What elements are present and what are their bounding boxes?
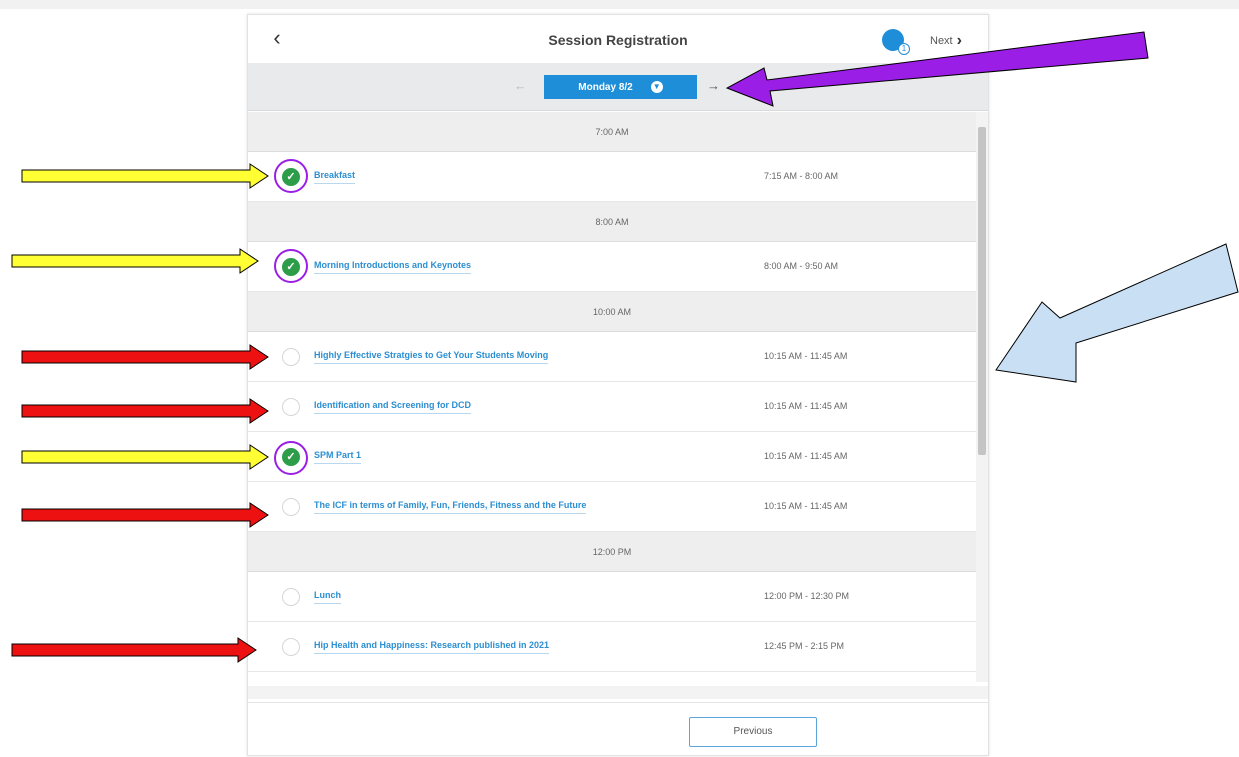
session-row: Highly Effective Stratgies to Get Your S… (248, 332, 976, 382)
session-row: Hip Health and Happiness: Research publi… (248, 622, 976, 672)
session-row: Lunch 12:00 PM - 12:30 PM (248, 572, 976, 622)
day-select-dropdown[interactable]: Monday 8/2 ▼ (544, 75, 697, 99)
next-day-arrow-icon[interactable]: → (707, 78, 720, 93)
next-label: Next (930, 35, 953, 47)
selected-day-label: Monday 8/2 (578, 81, 633, 93)
session-row: Identification and Screening for DCD 10:1… (248, 382, 976, 432)
session-time: 12:00 PM - 12:30 PM (764, 591, 850, 601)
chevron-right-icon: › (956, 32, 962, 49)
empty-circle-checkbox[interactable] (282, 498, 300, 516)
session-registration-panel: ‹ Session Registration 1 Next › ← Monday… (247, 14, 989, 756)
empty-circle-checkbox[interactable] (282, 398, 300, 416)
time-slot-header: 8:00 AM (248, 202, 976, 242)
session-time: 10:15 AM - 11:45 AM (764, 401, 848, 411)
empty-circle-checkbox[interactable] (282, 638, 300, 656)
checkmark-circle-icon[interactable]: ✓ (282, 258, 300, 276)
previous-day-arrow-icon[interactable]: ← (514, 78, 527, 93)
session-time: 7:15 AM - 8:00 AM (764, 171, 839, 181)
cart-count-badge: 1 (898, 43, 910, 55)
empty-circle-checkbox[interactable] (282, 588, 300, 606)
empty-circle-checkbox[interactable] (282, 348, 300, 366)
red-arrow-hip-health (11, 637, 257, 663)
session-time: 12:45 PM - 2:15 PM (764, 641, 845, 651)
next-button[interactable]: Next › (930, 31, 962, 51)
day-navigator: ← Monday 8/2 ▼ → (248, 63, 988, 111)
browser-top-strip (0, 0, 1239, 9)
session-name-link[interactable]: Morning Introductions and Keynotes (314, 260, 471, 274)
screenshot-stage: ‹ Session Registration 1 Next › ← Monday… (0, 0, 1239, 757)
session-name-link[interactable]: Identification and Screening for DCD (314, 400, 472, 414)
horizontal-scrollbar[interactable] (248, 686, 988, 699)
session-row: ✓ Breakfast 7:15 AM - 8:00 AM (248, 152, 976, 202)
previous-button[interactable]: Previous (689, 717, 817, 747)
session-time: 8:00 AM - 9:50 AM (764, 261, 839, 271)
time-slot-header: 7:00 AM (248, 112, 976, 152)
session-row: ✓ SPM Part 1 10:15 AM - 11:45 AM (248, 432, 976, 482)
yellow-arrow-breakfast (21, 163, 269, 189)
session-row: The ICF in terms of Family, Fun, Friends… (248, 482, 976, 532)
vertical-scrollbar-thumb[interactable] (978, 127, 986, 455)
lightblue-arrow-scrollbar (995, 243, 1239, 383)
session-time: 10:15 AM - 11:45 AM (764, 451, 848, 461)
session-name-link[interactable]: Breakfast (314, 170, 356, 184)
session-row: ✓ Morning Introductions and Keynotes 8:00 … (248, 242, 976, 292)
checkmark-circle-icon[interactable]: ✓ (282, 448, 300, 466)
session-name-link[interactable]: Lunch (314, 590, 341, 604)
yellow-arrow-keynotes (11, 248, 259, 274)
page-title: Session Registration (548, 32, 688, 48)
yellow-arrow-spm (21, 444, 269, 470)
session-time: 10:15 AM - 11:45 AM (764, 351, 848, 361)
panel-header: ‹ Session Registration 1 Next › (248, 15, 988, 63)
chevron-down-icon: ▼ (650, 81, 663, 93)
session-name-link[interactable]: The ICF in terms of Family, Fun, Friends… (314, 500, 587, 514)
session-name-link[interactable]: Highly Effective Stratgies to Get Your S… (314, 350, 549, 364)
session-time: 10:15 AM - 11:45 AM (764, 501, 848, 511)
red-arrow-icf (21, 502, 269, 528)
red-arrow-strategies (21, 344, 269, 370)
back-chevron-icon[interactable]: ‹ (264, 25, 290, 51)
checkmark-circle-icon[interactable]: ✓ (282, 168, 300, 186)
panel-footer: Previous (248, 702, 988, 755)
session-list: 7:00 AM ✓ Breakfast 7:15 AM - 8:00 AM 8:00 A… (248, 112, 976, 698)
time-slot-header: 10:00 AM (248, 292, 976, 332)
session-name-link[interactable]: SPM Part 1 (314, 450, 362, 464)
red-arrow-dcd (21, 398, 269, 424)
session-name-link[interactable]: Hip Health and Happiness: Research publi… (314, 640, 550, 654)
time-slot-header: 12:00 PM (248, 532, 976, 572)
